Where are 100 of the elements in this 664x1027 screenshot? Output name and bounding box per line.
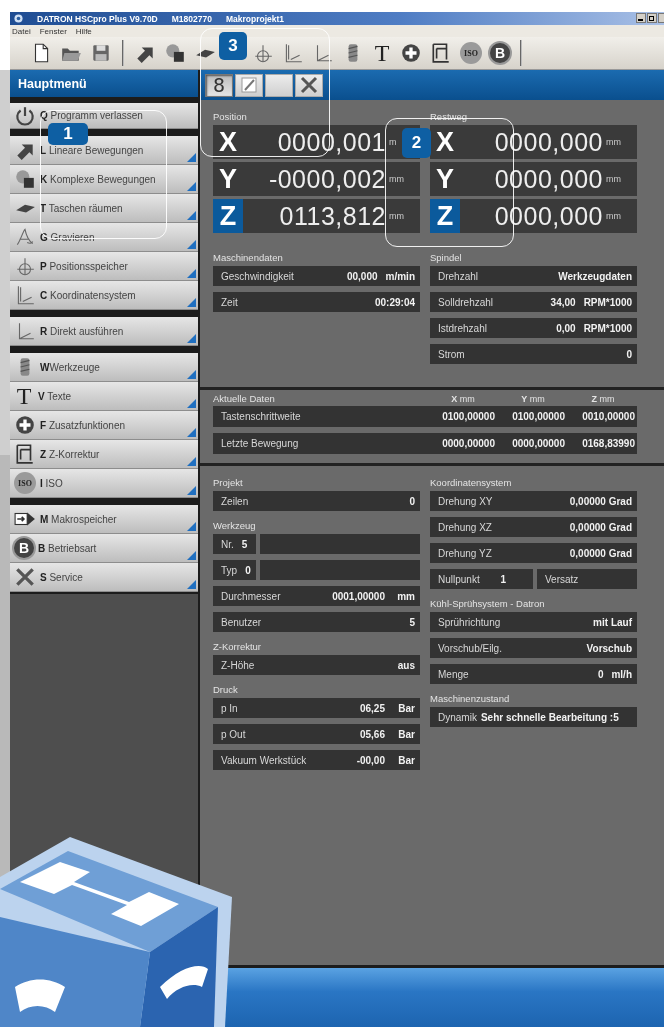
unit-label: mm [606,174,621,184]
crosshair-icon [14,255,36,277]
menu-item[interactable]: Fenster [39,26,67,36]
plus-circle-icon [14,414,36,436]
data-field: Drehzahl Werkzeugdaten [430,266,637,286]
menu-item[interactable]: B B Betriebsart [10,534,198,563]
data-field: Zeit 00:29:04 [213,292,420,312]
menu-item[interactable]: C Koordinatensystem [10,281,198,310]
window-title: M1802770 [171,13,212,24]
unit-label: mm [606,137,621,147]
data-field: Benutzer 5 [213,612,420,632]
axis-value: 0113,812 [278,201,386,231]
data-field: Nullpunkt 1 [430,569,533,589]
text-tool-icon[interactable]: T [372,42,392,64]
data-row: Tastenschrittweite 0100,00000 0100,00000 0010,00000 [213,406,637,427]
axis-label: X [435,125,455,159]
plus-circle-icon[interactable] [400,42,422,64]
column-header: Y mm [520,393,546,404]
callout-badge: 2 [402,128,431,158]
data-field: Versatz [537,569,637,589]
iso-icon[interactable]: ISO [460,42,482,64]
unit-label: mm [606,211,621,221]
digit-icon: 8 [212,73,225,97]
axis-label: Y [435,162,455,196]
text-tool-icon: T [14,385,34,407]
menu-item[interactable]: P Positionsspeicher [10,252,198,281]
view-tab[interactable] [295,73,323,97]
data-field: Vakuum Werkstück -00,00 Bar [213,750,420,770]
b-circle-icon[interactable]: B [490,43,510,63]
cube-logo-icon [0,837,232,1027]
menu-item[interactable]: M Makrospeicher [10,505,198,534]
menu-item[interactable]: G Gravieren [10,223,198,252]
callout-badge: 1 [48,123,88,145]
data-field: p Out 05,66 Bar [213,724,420,744]
window-title: DATRON HSCpro Plus V9.70D [37,13,158,24]
axis-value: -0000,002 [267,164,386,194]
window-title: Makroprojekt1 [225,13,285,24]
crosshair-icon[interactable] [252,42,274,64]
unit-label: m [389,137,397,147]
axis-label: X [218,125,238,159]
data-field: Zeilen 0 [213,491,420,511]
axis-label: Z [213,199,243,233]
data-field: Typ 0 [213,560,256,580]
data-field: Strom 0 [430,344,637,364]
menu-item[interactable]: Datei [12,26,31,36]
menu-item[interactable]: T V Texte [10,382,198,411]
data-row: Letzte Bewegung 0000,00000 0000,00000 0168,83990 [213,433,637,454]
menu-item[interactable]: ISO I ISO [10,469,198,498]
menu-item[interactable]: S Service [10,563,198,592]
shapes-icon [14,168,36,190]
data-field: Dynamik Sehr schnelle Bearbeitung :5 [430,707,637,727]
data-field: p In 06,25 Bar [213,698,420,718]
data-field: Z-Höhe aus [213,655,420,675]
menu-item[interactable]: Hilfe [75,26,92,36]
menu-item[interactable]: Z Z-Korrektur [10,440,198,469]
sidebar-header: Hauptmenü [10,70,198,97]
tools-icon [14,566,36,588]
menu-item[interactable]: F Zusatzfunktionen [10,411,198,440]
shapes-icon[interactable] [164,42,186,64]
restore-button[interactable] [647,13,657,23]
minimize-button[interactable] [636,13,646,23]
view-tab[interactable]: 8 [205,73,233,97]
menu-item[interactable]: WWerkzeuge [10,353,198,382]
column-header: Z mm [590,393,616,404]
data-field: Menge 0 ml/h [430,664,637,684]
view-tab[interactable] [235,73,263,97]
power-icon [14,104,36,127]
section-title: Druck [213,683,239,697]
data-field: Istdrehzahl 0,00 RPM*1000 [430,318,637,338]
unit-label: mm [389,174,404,184]
menu-item[interactable]: T Taschen räumen [10,194,198,223]
data-field: Geschwindigkeit 00,000 m/min [213,266,420,286]
menu-item[interactable]: K Komplexe Bewegungen [10,165,198,194]
data-field: Solldrehzahl 34,00 RPM*1000 [430,292,637,312]
menu-item[interactable]: R Direkt ausführen [10,317,198,346]
tools-icon [299,75,319,95]
section-title: Spindel [430,251,463,265]
frame-icon [14,443,36,465]
callout-badge: 3 [219,32,247,60]
b-circle-icon: B [14,538,34,558]
section-title: Aktuelle Daten [213,392,276,406]
axis-label: Y [218,162,238,196]
data-field: Drehung XY 0,00000 Grad [430,491,637,511]
data-field: Drehung XZ 0,00000 Grad [430,517,637,537]
save-icon[interactable] [90,42,112,64]
script-icon [14,226,36,248]
column-header: X mm [450,393,476,404]
section-title: Maschinenzustand [430,692,511,706]
section-title: Koordinatensystem [430,476,513,490]
section-title: Werkzeug [213,519,257,533]
frame-icon[interactable] [430,42,452,64]
view-tab[interactable] [265,73,293,97]
section-title: Maschinendaten [213,251,284,265]
app-icon [14,14,23,23]
data-field: Durchmesser 0001,00000 mm [213,586,420,606]
data-field: Drehung YZ 0,00000 Grad [430,543,637,563]
section-title: Z-Korrektur [213,640,263,654]
section-title: Projekt [213,476,244,490]
data-field: Vorschub/Eilg. Vorschub [430,638,637,658]
section-title: Kühl-Sprühsystem - Datron [430,597,546,611]
